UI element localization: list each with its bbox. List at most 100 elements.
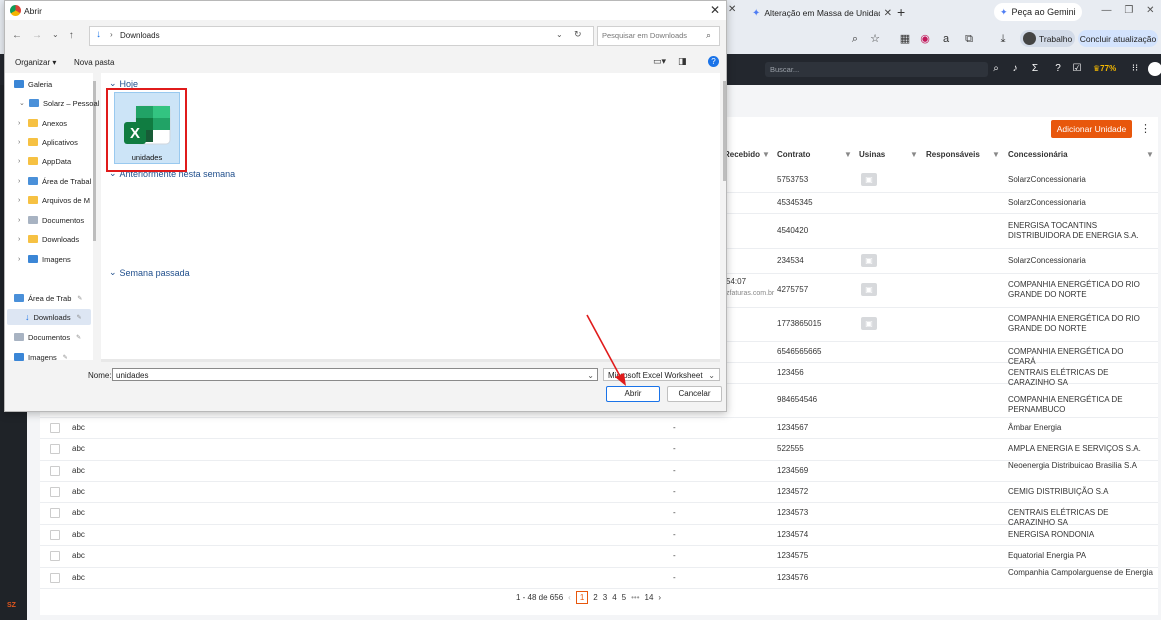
chevron-right-icon[interactable]: › — [18, 256, 24, 263]
dialog-close-icon[interactable]: ✕ — [710, 3, 720, 17]
page-5[interactable]: 5 — [622, 593, 626, 602]
column-header-usinas[interactable]: Usinas — [859, 148, 885, 162]
chevron-right-icon[interactable]: › — [18, 236, 24, 243]
more-options-icon[interactable]: ⋮ — [1140, 122, 1151, 135]
chevron-right-icon[interactable]: › — [18, 178, 24, 185]
filter-icon[interactable]: ▼ — [1146, 148, 1154, 162]
horizontal-scrollbar[interactable] — [101, 359, 720, 362]
table-row[interactable]: abc - 1234576 Companhia Campolarguense de E… — [40, 567, 1158, 589]
filter-icon[interactable]: ▼ — [910, 148, 918, 162]
page-14[interactable]: 14 — [645, 593, 654, 602]
bell-icon[interactable]: ♪ — [1009, 63, 1021, 74]
row-checkbox[interactable] — [50, 444, 60, 454]
preview-pane-icon[interactable]: ◨ — [678, 56, 687, 67]
file-name-input[interactable]: unidades ⌄ — [112, 368, 598, 381]
column-header-concessionaria[interactable]: Concessionária — [1008, 148, 1068, 162]
usinas-badge-icon[interactable]: ▣ — [861, 283, 877, 296]
usinas-badge-icon[interactable]: ▣ — [861, 253, 877, 267]
apps-grid-icon[interactable]: ⁝⁝ — [1129, 63, 1141, 74]
prev-page-icon[interactable]: ‹ — [568, 593, 571, 602]
chevron-right-icon[interactable]: › — [18, 197, 24, 204]
file-type-select[interactable]: Microsoft Excel Worksheet ⌄ — [603, 368, 720, 381]
nav-item-aplicativos[interactable]: › Aplicativos — [18, 134, 78, 150]
profile-chip[interactable]: Trabalho — [1020, 30, 1075, 47]
filter-icon[interactable]: ▼ — [992, 148, 1000, 162]
nav-item-documentos[interactable]: › Documentos — [18, 212, 84, 228]
view-mode-icon[interactable]: ▭▾ — [653, 56, 666, 67]
nav-item-downloads[interactable]: ↓ Downloads ✎ — [7, 309, 91, 325]
table-row[interactable]: abc - 1234569 Neoenergia Distribuicao Brasi… — [40, 460, 1158, 482]
search-icon[interactable]: ⌕ — [990, 63, 1002, 74]
nav-item-galeria[interactable]: Galeria — [14, 76, 52, 92]
table-row[interactable]: abc - 1234575 Equatorial Energia PA — [40, 545, 1158, 568]
close-window-icon[interactable]: ✕ — [1146, 5, 1154, 16]
page-2[interactable]: 2 — [593, 593, 597, 602]
chevron-right-icon[interactable]: › — [18, 158, 24, 165]
column-header-recebido[interactable]: Recebido — [724, 148, 760, 162]
nav-item-arquivos-de-m[interactable]: › Arquivos de M — [18, 192, 90, 208]
open-button[interactable]: Abrir — [606, 386, 660, 402]
tasks-icon[interactable]: ☑ — [1071, 63, 1083, 74]
page-1[interactable]: 1 — [575, 591, 589, 604]
filter-icon[interactable]: ▼ — [844, 148, 852, 162]
row-checkbox[interactable] — [50, 422, 60, 433]
nav-item-downloads[interactable]: › Downloads — [18, 231, 79, 247]
chevron-down-icon[interactable]: ⌄ — [587, 369, 594, 382]
forward-arrow-icon[interactable]: → — [32, 30, 42, 41]
nav-item-imagens[interactable]: › Imagens — [18, 251, 71, 267]
page-3[interactable]: 3 — [603, 593, 607, 602]
back-arrow-icon[interactable]: ← — [12, 30, 22, 41]
page-ellipsis[interactable]: ••• — [631, 593, 639, 602]
usinas-badge-icon[interactable]: ▣ — [861, 317, 877, 330]
nav-item-imagens[interactable]: Imagens ✎ — [14, 349, 68, 365]
extensions-puzzle-icon[interactable]: ⧉ — [962, 32, 976, 46]
minimize-icon[interactable]: — — [1101, 5, 1111, 16]
nav-item-área-de-trab[interactable]: Área de Trab ✎ — [14, 290, 82, 306]
nav-item-anexos[interactable]: › Anexos — [18, 115, 67, 131]
file-pane-scrollbar[interactable] — [723, 81, 726, 181]
table-row[interactable]: abc - 1234574 ENERGISA RONDONIA — [40, 524, 1158, 546]
nav-item-área-de-trabal[interactable]: › Área de Trabal — [18, 173, 91, 189]
refresh-icon[interactable]: ↻ — [574, 29, 582, 40]
column-header-contrato[interactable]: Contrato — [777, 148, 810, 162]
filter-icon[interactable]: ▼ — [762, 148, 770, 162]
table-row[interactable]: abc - 1234567 Âmbar Energia — [40, 417, 1158, 439]
folder-search-input[interactable]: Pesquisar em Downloads ⌕ — [597, 26, 720, 46]
table-row[interactable]: abc - 1234572 CEMIG DISTRIBUIÇÃO S.A — [40, 481, 1158, 503]
chevron-down-icon[interactable]: ⌄ — [19, 99, 25, 107]
table-row[interactable]: abc - 522555 AMPLA ENERGIA E SERVIÇOS S.A. — [40, 438, 1158, 461]
zoom-icon[interactable]: ⌕ — [848, 32, 862, 46]
row-checkbox[interactable] — [50, 465, 60, 476]
extension-qr-icon[interactable]: ▦ — [898, 32, 912, 46]
recent-chevron-icon[interactable]: ⌄ — [52, 30, 59, 41]
column-header-responsaveis[interactable]: Responsáveis — [926, 148, 980, 162]
new-tab-icon[interactable]: + — [897, 4, 905, 20]
row-checkbox[interactable] — [50, 529, 60, 540]
up-arrow-icon[interactable]: ↑ — [69, 30, 74, 41]
nav-item-documentos[interactable]: Documentos ✎ — [14, 329, 81, 345]
nav-item-appdata[interactable]: › AppData — [18, 153, 71, 169]
next-page-icon[interactable]: › — [658, 593, 661, 602]
help-icon[interactable]: ? — [1052, 63, 1064, 74]
bookmark-star-icon[interactable]: ☆ — [868, 32, 882, 46]
download-icon[interactable]: ⤓ — [996, 32, 1010, 46]
nav-item-solarz-pessoal[interactable]: ⌄ Solarz – Pessoal — [19, 95, 99, 111]
table-row[interactable]: abc -1234573 CENTRAIS ELÉTRICAS DE CARAZIN… — [40, 502, 1158, 527]
help-icon[interactable]: ? — [708, 56, 719, 67]
new-folder-button[interactable]: Nova pasta — [74, 58, 114, 67]
address-bar[interactable]: ↓ › Downloads ⌄ ↻ — [89, 26, 594, 46]
extension-color-icon[interactable]: ◉ — [918, 32, 932, 46]
row-checkbox[interactable] — [50, 551, 60, 561]
update-button[interactable]: Concluir atualização — [1078, 30, 1158, 47]
gemini-button[interactable]: ✦ Peça ao Gemini — [994, 3, 1082, 21]
chevron-right-icon[interactable]: › — [18, 217, 24, 224]
breadcrumb-downloads[interactable]: Downloads — [120, 31, 160, 40]
add-unit-button[interactable]: Adicionar Unidade — [1051, 120, 1132, 138]
chevron-right-icon[interactable]: › — [18, 139, 24, 146]
cancel-button[interactable]: Cancelar — [667, 386, 722, 402]
browser-tab[interactable]: ✦ Alteração em Massa de Unidad ✕ — [752, 3, 892, 23]
extension-a-icon[interactable]: a — [939, 32, 953, 46]
row-checkbox[interactable] — [50, 508, 60, 518]
row-checkbox[interactable] — [50, 486, 60, 497]
usinas-badge-icon[interactable]: ▣ — [861, 172, 877, 186]
